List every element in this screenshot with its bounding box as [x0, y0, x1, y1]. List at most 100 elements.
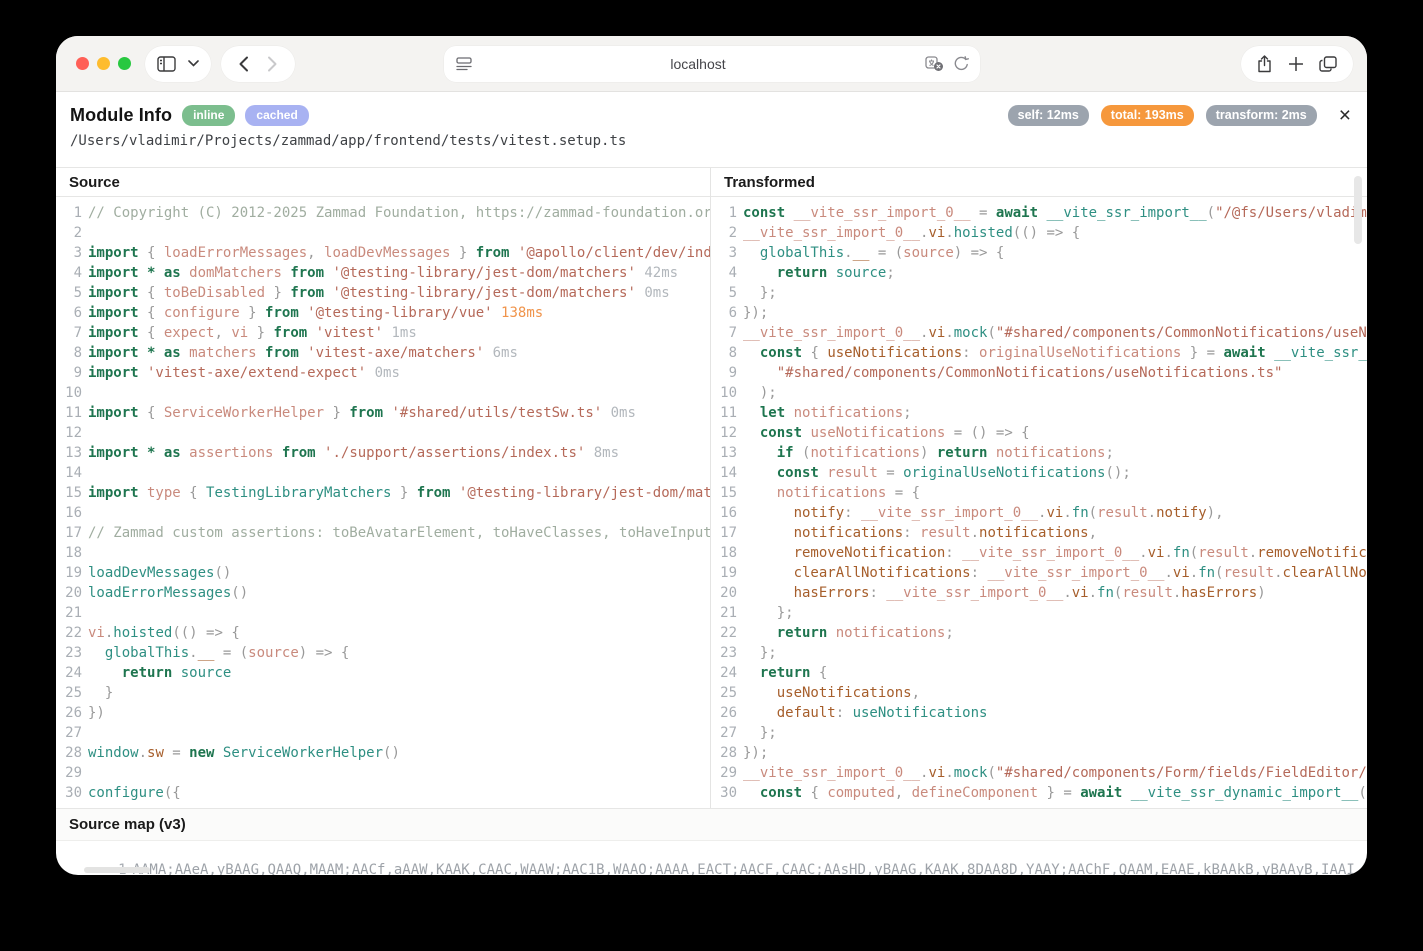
source-panel: Source 1// Copyright (C) 2012-2025 Zamma… — [56, 168, 710, 808]
line-number: 5 — [711, 283, 743, 303]
code-line: 19 clearAllNotifications: __vite_ssr_imp… — [711, 563, 1367, 583]
line-number: 10 — [711, 383, 743, 403]
line-number: 7 — [56, 323, 88, 343]
line-number: 10 — [56, 383, 88, 403]
code-line: 6import { configure } from '@testing-lib… — [56, 303, 710, 323]
code-line: 5 }; — [711, 283, 1367, 303]
code-line: 3 globalThis.__ = (source) => { — [711, 243, 1367, 263]
line-number: 14 — [711, 463, 743, 483]
code-line: 17// Zammad custom assertions: toBeAvata… — [56, 523, 710, 543]
code-line: 13 if (notifications) return notificatio… — [711, 443, 1367, 463]
line-number: 13 — [56, 443, 88, 463]
nav-button-group — [221, 46, 295, 82]
code-line: 28window.sw = new ServiceWorkerHelper() — [56, 743, 710, 763]
code-line: 8import * as matchers from 'vitest-axe/m… — [56, 343, 710, 363]
line-number: 8 — [711, 343, 743, 363]
code-line: 28}); — [711, 743, 1367, 763]
line-number: 6 — [56, 303, 88, 323]
code-line: 9 "#shared/components/CommonNotification… — [711, 363, 1367, 383]
line-number: 12 — [711, 423, 743, 443]
line-number: 3 — [56, 243, 88, 263]
tabs-icon[interactable] — [1319, 56, 1337, 72]
code-line: 18 — [56, 543, 710, 563]
code-line: 17 notifications: result.notifications, — [711, 523, 1367, 543]
code-line: 12 — [56, 423, 710, 443]
line-number: 8 — [56, 343, 88, 363]
line-number: 1 — [56, 203, 88, 223]
code-line: 23 globalThis.__ = (source) => { — [56, 643, 710, 663]
code-line: 27 — [56, 723, 710, 743]
cached-badge: cached — [245, 105, 308, 126]
code-line: 21 — [56, 603, 710, 623]
line-number: 27 — [56, 723, 88, 743]
line-number: 2 — [711, 223, 743, 243]
line-number: 29 — [56, 763, 88, 783]
line-number: 15 — [56, 483, 88, 503]
url-bar[interactable]: localhost — [444, 46, 980, 82]
line-number: 28 — [711, 743, 743, 763]
inline-badge: inline — [182, 105, 235, 126]
sourcemap-title: Source map (v3) — [56, 809, 1367, 841]
sourcemap-section: Source map (v3) 1AAMA;AAeA,yBAAG,QAAQ,MA… — [56, 808, 1367, 875]
line-number: 19 — [56, 563, 88, 583]
close-window-button[interactable] — [76, 57, 89, 70]
code-line: 30configure({ — [56, 783, 710, 803]
sourcemap-mappings: AAMA;AAeA,yBAAG,QAAQ,MAAM;AACf,aAAW,KAAK… — [133, 862, 1367, 875]
code-line: 25 } — [56, 683, 710, 703]
line-number: 25 — [56, 683, 88, 703]
line-number: 5 — [56, 283, 88, 303]
close-icon[interactable]: × — [1339, 105, 1351, 126]
line-number: 17 — [711, 523, 743, 543]
url-text[interactable]: localhost — [472, 56, 925, 72]
module-path: /Users/vladimir/Projects/zammad/app/fron… — [70, 133, 1351, 149]
code-line: 14 — [56, 463, 710, 483]
code-line: 16 notify: __vite_ssr_import_0__.vi.fn(r… — [711, 503, 1367, 523]
code-line: 1const __vite_ssr_import_0__ = await __v… — [711, 203, 1367, 223]
line-number: 2 — [56, 223, 88, 243]
code-line: 26}) — [56, 703, 710, 723]
forward-button[interactable] — [267, 56, 277, 72]
line-number: 23 — [711, 643, 743, 663]
code-line: 14 const result = originalUseNotificatio… — [711, 463, 1367, 483]
code-line: 12 const useNotifications = () => { — [711, 423, 1367, 443]
transformed-scrollbar[interactable] — [1354, 176, 1362, 244]
browser-toolbar: localhost — [56, 36, 1367, 92]
line-number: 14 — [56, 463, 88, 483]
line-number: 7 — [711, 323, 743, 343]
line-number: 24 — [56, 663, 88, 683]
line-number: 20 — [56, 583, 88, 603]
sourcemap-hscrollbar[interactable] — [84, 867, 150, 873]
code-line: 1// Copyright (C) 2012-2025 Zammad Found… — [56, 203, 710, 223]
self-time-badge: self: 12ms — [1008, 105, 1089, 126]
new-tab-icon[interactable] — [1289, 57, 1303, 71]
reader-icon[interactable] — [456, 57, 472, 71]
transformed-panel: Transformed 1const __vite_ssr_import_0__… — [710, 168, 1367, 808]
line-number: 30 — [56, 783, 88, 803]
code-line: 22vi.hoisted(() => { — [56, 623, 710, 643]
line-number: 18 — [56, 543, 88, 563]
back-button[interactable] — [239, 56, 249, 72]
code-line: 8 const { useNotifications: originalUseN… — [711, 343, 1367, 363]
line-number: 13 — [711, 443, 743, 463]
line-number: 11 — [711, 403, 743, 423]
line-number: 18 — [711, 543, 743, 563]
code-line: 24 return source — [56, 663, 710, 683]
translate-icon[interactable] — [925, 56, 945, 72]
zoom-window-button[interactable] — [118, 57, 131, 70]
share-icon[interactable] — [1257, 55, 1272, 73]
line-number: 15 — [711, 483, 743, 503]
code-line: 23 }; — [711, 643, 1367, 663]
transformed-code: 1const __vite_ssr_import_0__ = await __v… — [711, 197, 1367, 808]
traffic-lights — [76, 57, 131, 70]
code-line: 24 return { — [711, 663, 1367, 683]
sidebar-icon[interactable] — [157, 56, 176, 72]
chevron-down-icon[interactable] — [188, 60, 199, 67]
line-number: 9 — [56, 363, 88, 383]
line-number: 26 — [56, 703, 88, 723]
reload-icon[interactable] — [954, 56, 969, 72]
code-line: 15 notifications = { — [711, 483, 1367, 503]
line-number: 1 — [711, 203, 743, 223]
line-number: 24 — [711, 663, 743, 683]
minimize-window-button[interactable] — [97, 57, 110, 70]
code-line: 30 const { computed, defineComponent } =… — [711, 783, 1367, 803]
